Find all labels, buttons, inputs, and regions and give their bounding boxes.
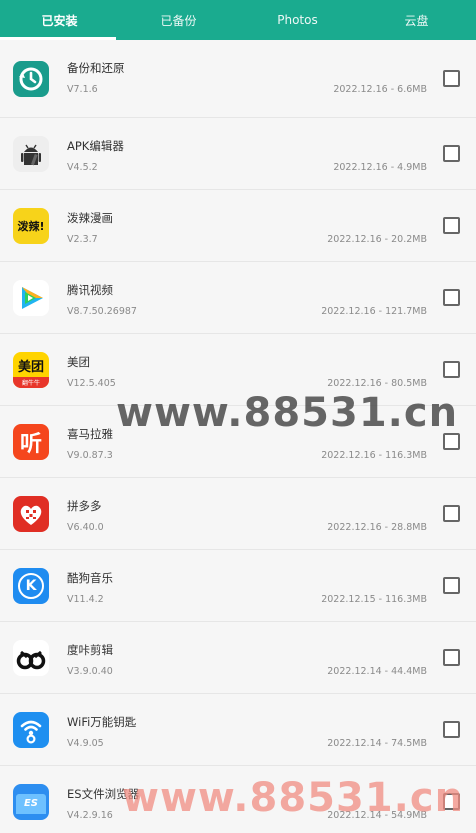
tab-backed-up[interactable]: 已备份 (119, 0, 238, 40)
pinduoduo-icon (13, 495, 49, 532)
app-meta: 2022.12.14 - 44.4MB (327, 666, 427, 677)
app-meta: 2022.12.16 - 121.7MB (321, 306, 427, 317)
select-checkbox[interactable] (443, 505, 460, 522)
es-logo-text: ES (23, 798, 39, 809)
app-version: V9.0.87.3 (67, 450, 113, 461)
tab-installed[interactable]: 已安装 (0, 0, 119, 40)
es-file-icon: ES (13, 783, 49, 820)
ximalaya-logo-text: 听 (19, 431, 42, 457)
app-version: V12.5.405 (67, 378, 116, 389)
app-name: ES文件浏览器 (67, 787, 140, 801)
list-item[interactable]: 泼辣! 泼辣漫画 V2.3.7 2022.12.16 - 20.2MB (0, 190, 476, 262)
select-checkbox[interactable] (443, 721, 460, 738)
app-version: V4.5.2 (67, 162, 98, 173)
app-version: V11.4.2 (67, 594, 104, 605)
meituan-sub-text: 翻牛牛 (13, 376, 49, 388)
app-name: 拼多多 (67, 499, 102, 513)
list-item[interactable]: K 酷狗音乐 V11.4.2 2022.12.15 - 116.3MB (0, 550, 476, 622)
list-item[interactable]: ES ES文件浏览器 V4.2.9.16 2022.12.14 - 54.9MB (0, 766, 476, 833)
list-item[interactable]: 拼多多 V6.40.0 2022.12.16 - 28.8MB (0, 478, 476, 550)
kugou-logo-text: K (25, 577, 37, 594)
wifi-key-icon (13, 711, 49, 748)
duka-icon (13, 639, 49, 676)
app-name: 喜马拉雅 (67, 427, 113, 441)
app-name: 泼辣漫画 (67, 211, 113, 225)
select-checkbox[interactable] (443, 217, 460, 234)
app-meta: 2022.12.16 - 116.3MB (321, 450, 427, 461)
backup-restore-icon (13, 60, 49, 97)
app-meta: 2022.12.16 - 80.5MB (327, 378, 427, 389)
app-version: V4.9.05 (67, 738, 104, 749)
select-checkbox[interactable] (443, 649, 460, 666)
app-name: APK编辑器 (67, 139, 124, 153)
list-item[interactable]: 腾讯视频 V8.7.50.26987 2022.12.16 - 121.7MB (0, 262, 476, 334)
tab-bar: 已安装 已备份 Photos 云盘 (0, 0, 476, 40)
app-meta: 2022.12.15 - 116.3MB (321, 594, 427, 605)
tab-photos[interactable]: Photos (238, 0, 357, 40)
list-item[interactable]: WiFi万能钥匙 V4.9.05 2022.12.14 - 74.5MB (0, 694, 476, 766)
app-version: V8.7.50.26987 (67, 306, 137, 317)
list-item[interactable]: 听 喜马拉雅 V9.0.87.3 2022.12.16 - 116.3MB (0, 406, 476, 478)
app-name: 酷狗音乐 (67, 571, 113, 585)
app-version: V7.1.6 (67, 84, 98, 95)
app-version: V3.9.0.40 (67, 666, 113, 677)
app-version: V4.2.9.16 (67, 810, 113, 821)
app-name: 备份和还原 (67, 61, 125, 75)
app-list: 备份和还原 V7.1.6 2022.12.16 - 6.6MB APK编辑器 V… (0, 40, 476, 833)
app-meta: 2022.12.16 - 20.2MB (327, 234, 427, 245)
select-checkbox[interactable] (443, 433, 460, 450)
select-checkbox[interactable] (443, 793, 460, 810)
list-item[interactable]: 度咔剪辑 V3.9.0.40 2022.12.14 - 44.4MB (0, 622, 476, 694)
select-checkbox[interactable] (443, 145, 460, 162)
app-name: 美团 (67, 355, 90, 369)
app-name: 腾讯视频 (67, 283, 113, 297)
select-checkbox[interactable] (443, 577, 460, 594)
kugou-icon: K (13, 567, 49, 604)
tencent-video-icon (13, 279, 49, 316)
select-checkbox[interactable] (443, 70, 460, 87)
app-meta: 2022.12.16 - 6.6MB (333, 84, 427, 95)
apk-editor-icon (13, 135, 49, 172)
app-name: WiFi万能钥匙 (67, 715, 137, 729)
app-meta: 2022.12.16 - 4.9MB (333, 162, 427, 173)
app-version: V6.40.0 (67, 522, 104, 533)
tab-cloud[interactable]: 云盘 (357, 0, 476, 40)
select-checkbox[interactable] (443, 289, 460, 306)
app-meta: 2022.12.14 - 54.9MB (327, 810, 427, 821)
list-item[interactable]: 备份和还原 V7.1.6 2022.12.16 - 6.6MB (0, 40, 476, 118)
pola-manga-icon: 泼辣! (13, 207, 49, 244)
list-item[interactable]: APK编辑器 V4.5.2 2022.12.16 - 4.9MB (0, 118, 476, 190)
meituan-logo-text: 美团 (17, 359, 44, 375)
meituan-icon: 美团 翻牛牛 (13, 351, 49, 388)
app-name: 度咔剪辑 (67, 643, 113, 657)
app-version: V2.3.7 (67, 234, 98, 245)
app-meta: 2022.12.16 - 28.8MB (327, 522, 427, 533)
select-checkbox[interactable] (443, 361, 460, 378)
ximalaya-icon: 听 (13, 423, 49, 460)
app-meta: 2022.12.14 - 74.5MB (327, 738, 427, 749)
pola-logo-text: 泼辣! (17, 219, 45, 233)
list-item[interactable]: 美团 翻牛牛 美团 V12.5.405 2022.12.16 - 80.5MB (0, 334, 476, 406)
